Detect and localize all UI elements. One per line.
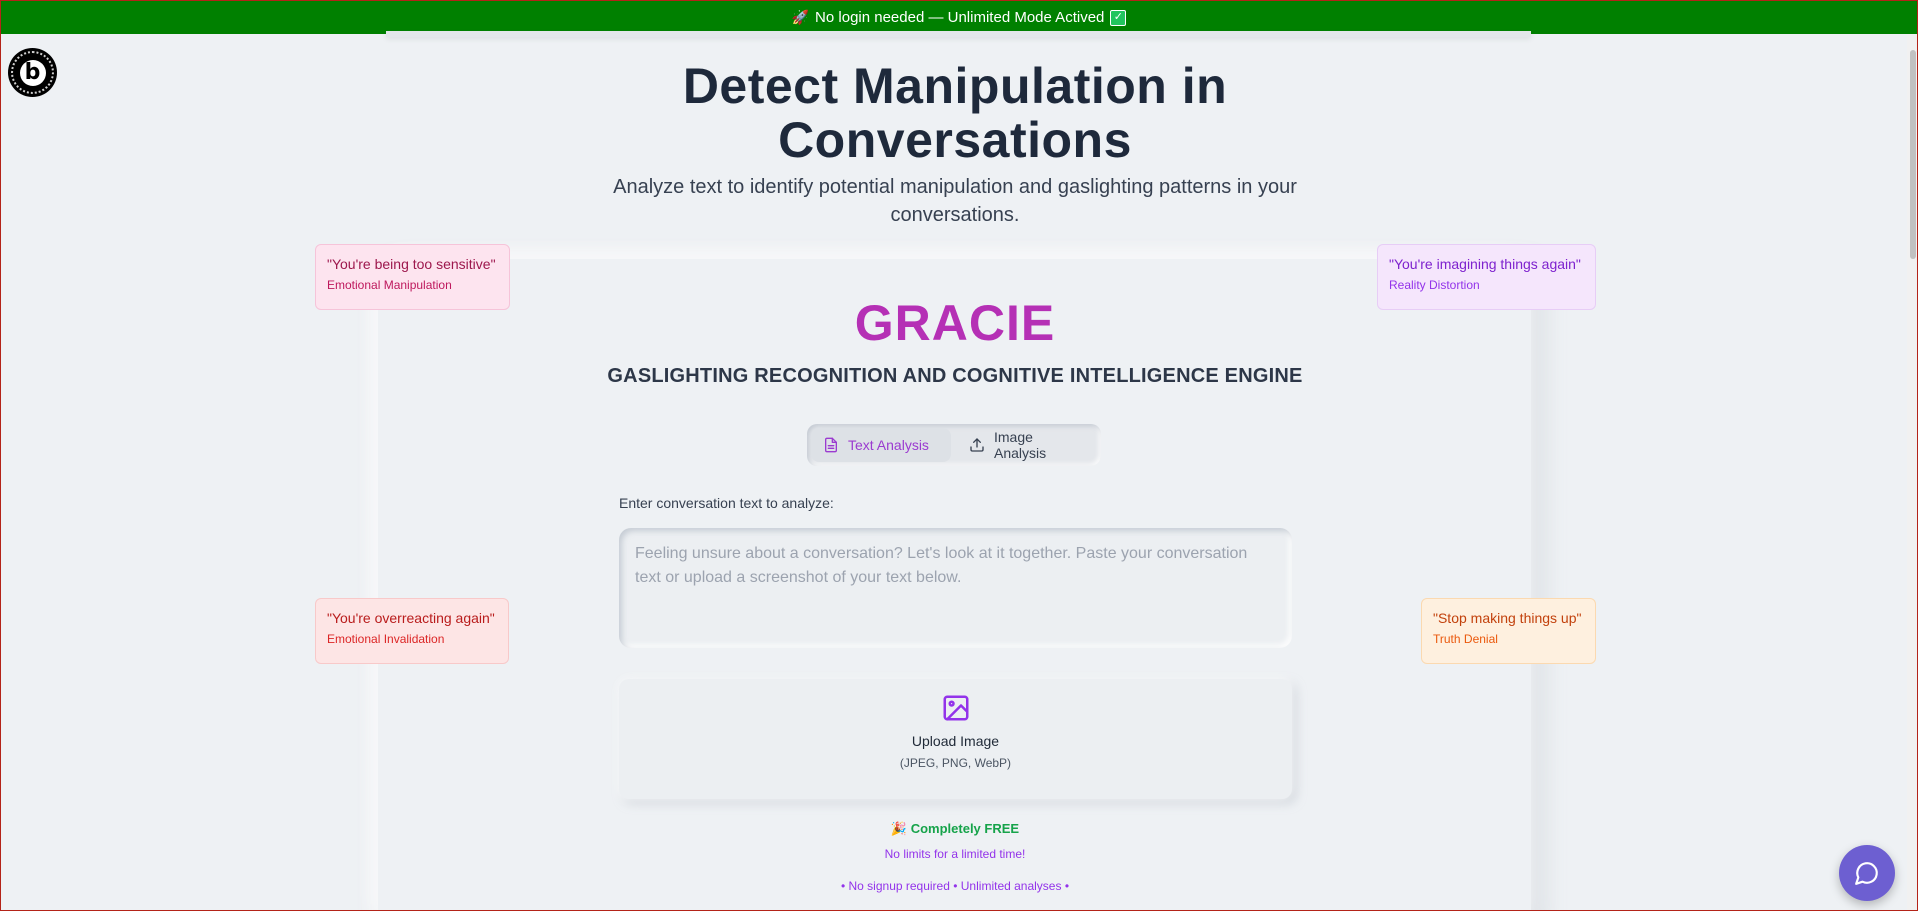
banner-text: No login needed — Unlimited Mode Actived <box>815 9 1105 26</box>
quote-category: Emotional Manipulation <box>327 278 452 292</box>
conversation-input-label: Enter conversation text to analyze: <box>619 495 834 511</box>
rocket-icon: 🚀 <box>791 9 810 26</box>
party-icon: 🎉 <box>890 822 908 837</box>
page-title-text: Detect Manipulation in Conversations <box>682 58 1228 168</box>
promo-banner: 🚀 No login needed — Unlimited Mode Activ… <box>1 1 1917 34</box>
tab-image-analysis[interactable]: Image Analysis <box>957 428 1097 462</box>
app-tagline: GASLIGHTING RECOGNITION AND COGNITIVE IN… <box>607 365 1303 387</box>
header-edge <box>386 31 1531 37</box>
upload-icon <box>970 438 984 452</box>
scrollbar[interactable] <box>1907 34 1917 910</box>
free-notice: 🎉 Completely FREE <box>1 821 1909 837</box>
limits-notice: No limits for a limited time! <box>884 847 1026 861</box>
chat-bubble-icon <box>1855 862 1878 885</box>
tab-text-analysis[interactable]: Text Analysis <box>811 428 951 462</box>
quote-category: Emotional Invalidation <box>327 632 445 646</box>
quote-category: Reality Distortion <box>1389 278 1480 292</box>
image-icon <box>943 695 969 721</box>
page: 🚀 No login needed — Unlimited Mode Activ… <box>0 0 1918 911</box>
quote-category: Truth Denial <box>1433 632 1498 646</box>
chat-button[interactable] <box>1839 845 1895 901</box>
upload-image-dropzone[interactable]: Upload Image (JPEG, PNG, WebP) <box>619 679 1292 799</box>
free-label: Completely FREE <box>910 821 1020 836</box>
page-subtitle: Analyze text to identify potential manip… <box>613 176 1297 226</box>
quote-card: "You're overreacting again" Emotional In… <box>315 598 509 664</box>
app-name: GRACIE <box>854 295 1056 351</box>
tab-label: Text Analysis <box>848 437 929 453</box>
checkmark-icon: ✓ <box>1110 9 1127 26</box>
upload-label: Upload Image <box>911 733 1000 749</box>
conversation-textarea[interactable] <box>619 528 1292 648</box>
page-title: Detect Manipulation in Conversations <box>1 59 1909 167</box>
upload-formats: (JPEG, PNG, WebP) <box>899 756 1012 770</box>
quote-card: "Stop making things up" Truth Denial <box>1421 598 1596 664</box>
quote-text: "You're imagining things again" <box>1389 256 1581 272</box>
scrollbar-thumb[interactable] <box>1910 50 1916 259</box>
document-icon <box>825 437 837 453</box>
quote-text: "You're being too sensitive" <box>327 256 496 272</box>
signup-notice: • No signup required • Unlimited analyse… <box>840 879 1070 893</box>
tab-label: Image Analysis <box>994 429 1047 461</box>
quote-text: "You're overreacting again" <box>327 610 495 626</box>
analysis-tabs: Text Analysis Image Analysis <box>807 424 1101 466</box>
quote-text: "Stop making things up" <box>1433 610 1582 626</box>
